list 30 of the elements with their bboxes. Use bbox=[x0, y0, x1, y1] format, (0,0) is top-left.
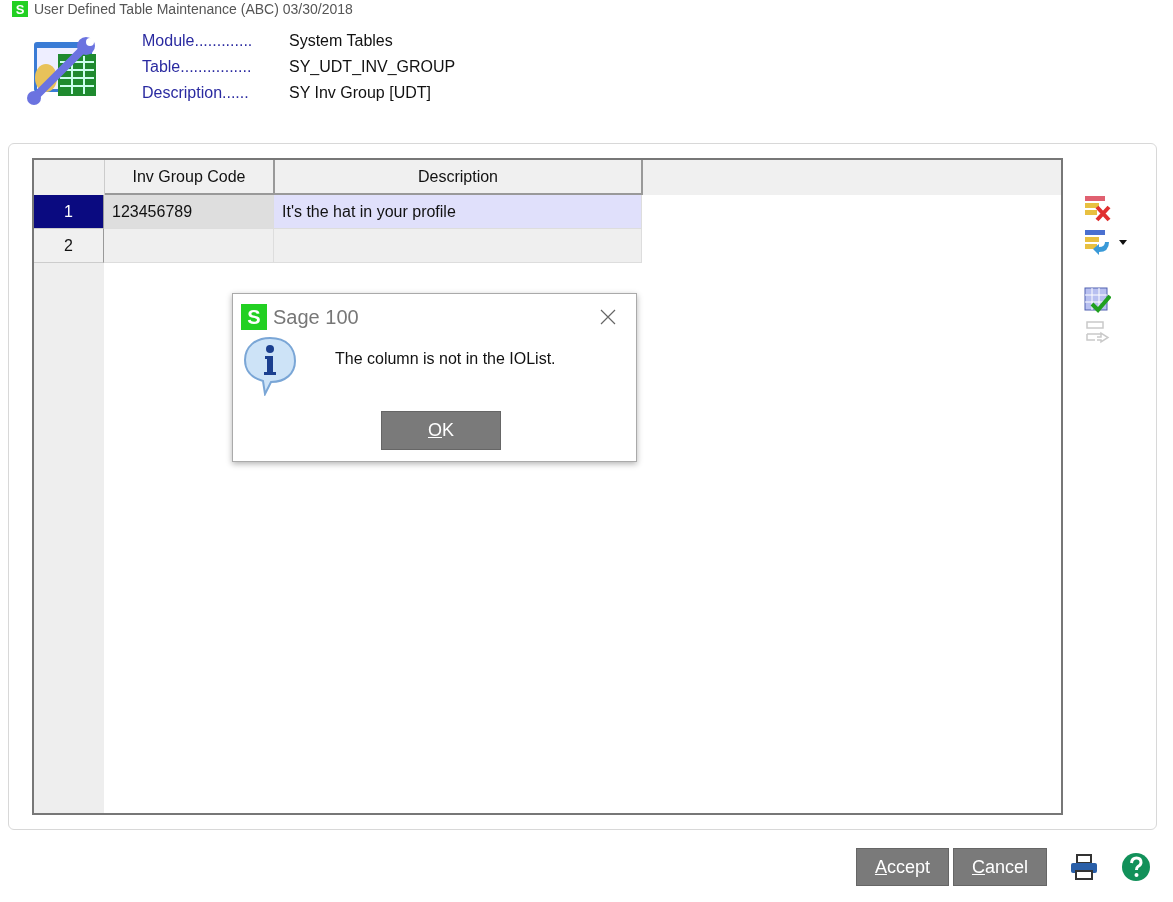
dialog-title: Sage 100 bbox=[273, 305, 359, 329]
help-icon[interactable] bbox=[1121, 852, 1151, 882]
delete-row-icon[interactable] bbox=[1083, 194, 1111, 222]
table-cell[interactable] bbox=[274, 229, 642, 263]
info-icon bbox=[241, 334, 299, 396]
ok-button[interactable]: OK bbox=[381, 411, 501, 450]
table-cell[interactable]: 123456789 bbox=[104, 195, 274, 229]
column-header[interactable]: Inv Group Code bbox=[105, 160, 275, 195]
field-value: SY_UDT_INV_GROUP bbox=[289, 58, 456, 76]
dialog-message: The column is not in the IOList. bbox=[335, 350, 556, 368]
cancel-button[interactable]: Cancel bbox=[952, 848, 1047, 886]
field-value: SY Inv Group [UDT] bbox=[289, 84, 431, 102]
field-label: Module............. bbox=[142, 32, 254, 50]
field-label: Table................ bbox=[142, 58, 253, 76]
row-header[interactable]: 2 bbox=[34, 229, 104, 263]
app-logo-icon: S bbox=[12, 1, 28, 17]
window-title: User Defined Table Maintenance (ABC) 03/30/2018 bbox=[34, 1, 353, 17]
printer-icon[interactable] bbox=[1069, 853, 1099, 881]
table-cell[interactable]: It's the hat in your profile bbox=[274, 195, 642, 229]
grid-check-icon[interactable] bbox=[1083, 286, 1111, 314]
table-cell[interactable] bbox=[104, 229, 274, 263]
field-label: Description...... bbox=[142, 84, 250, 102]
accept-button[interactable]: Accept bbox=[855, 848, 949, 886]
row-header[interactable]: 1 bbox=[34, 195, 104, 229]
close-icon[interactable] bbox=[600, 309, 616, 325]
field-value: System Tables bbox=[289, 32, 393, 50]
dropdown-arrow-icon[interactable] bbox=[1119, 239, 1127, 245]
insert-row-icon[interactable] bbox=[1083, 228, 1111, 256]
app-logo-icon: S bbox=[241, 304, 267, 330]
column-header[interactable]: Description bbox=[275, 160, 643, 195]
